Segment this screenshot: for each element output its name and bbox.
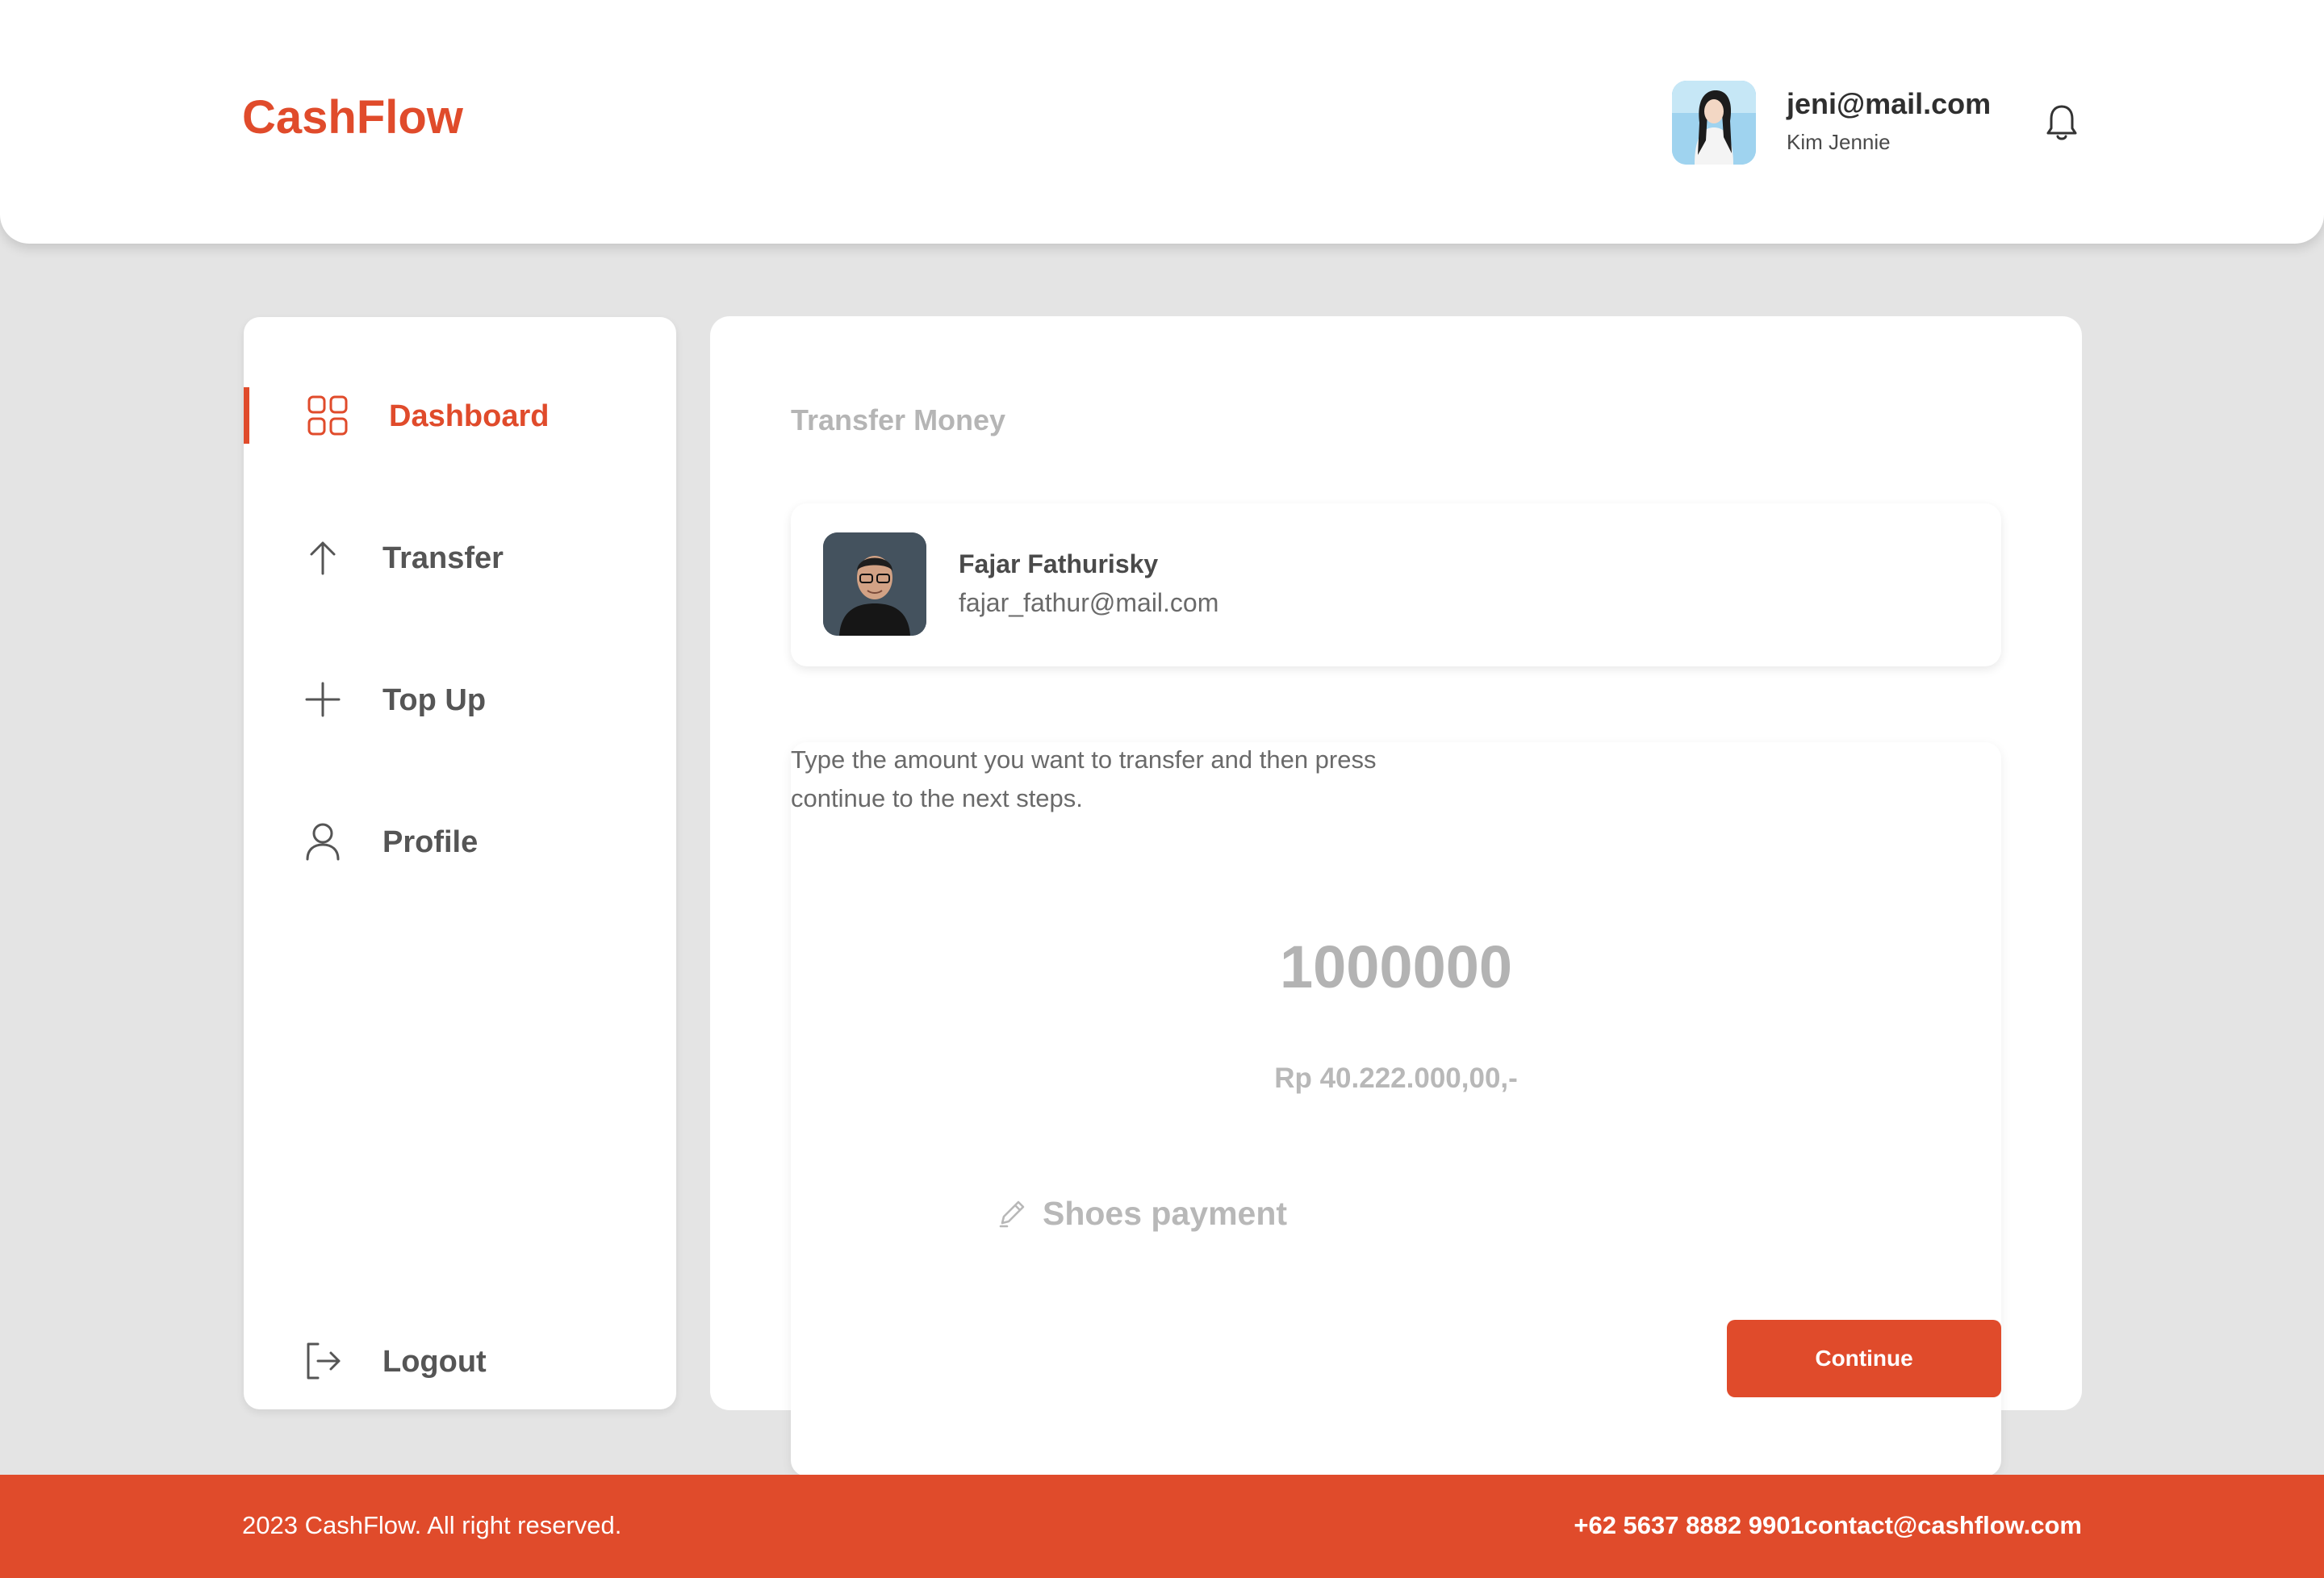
footer: 2023 CashFlow. All right reserved. +62 5… [0, 1475, 2324, 1578]
balance-text: Rp 40.222.000,00,- [1274, 1062, 1518, 1094]
notification-bell-icon[interactable] [2042, 102, 2082, 144]
sidebar-item-top-up[interactable]: Top Up [244, 667, 676, 732]
logout-button[interactable]: Logout [244, 1329, 676, 1393]
user-name: Kim Jennie [1787, 130, 1891, 154]
recipient-name: Fajar Fathurisky [959, 549, 1159, 578]
sidebar: Dashboard Transfer Top Up Profile Logout [244, 317, 676, 1409]
sidebar-item-label: Dashboard [389, 399, 550, 433]
sidebar-item-label: Transfer [382, 541, 504, 575]
sidebar-item-transfer[interactable]: Transfer [244, 525, 676, 590]
user-avatar[interactable] [1672, 81, 1756, 165]
copyright-text: 2023 CashFlow. All right reserved. [242, 1511, 622, 1539]
active-indicator [244, 387, 249, 444]
pencil-icon [996, 1196, 1030, 1229]
recipient-card: Fajar Fathurisky fajar_fathur@mail.com [791, 503, 2001, 666]
contact-info: +62 5637 8882 9901contact@cashflow.com [1574, 1511, 2082, 1539]
sidebar-item-profile[interactable]: Profile [244, 809, 676, 874]
page-title: Transfer Money [791, 403, 1006, 436]
logout-label: Logout [382, 1345, 487, 1379]
recipient-avatar [823, 532, 926, 636]
sidebar-item-label: Top Up [382, 683, 487, 717]
plus-icon [302, 678, 344, 720]
top-header: CashFlow jeni@mail.com Kim Jennie [0, 0, 2324, 244]
brand-logo[interactable]: CashFlow [242, 87, 463, 148]
instruction-text: Type the amount you want to transfer and… [791, 745, 1377, 812]
sidebar-item-dashboard[interactable]: Dashboard [244, 383, 676, 448]
grid-icon [307, 394, 349, 436]
sidebar-item-label: Profile [382, 825, 479, 859]
arrow-up-icon [302, 536, 344, 578]
user-avatar-image [1672, 81, 1756, 165]
recipient-avatar-image [823, 532, 926, 636]
recipient-email: fajar_fathur@mail.com [959, 588, 1219, 617]
amount-input[interactable]: 1000000 [791, 931, 2001, 1004]
logout-icon [302, 1340, 344, 1382]
note-input[interactable]: Shoes payment [1043, 1192, 1287, 1234]
user-icon [302, 820, 344, 862]
user-email: jeni@mail.com [1787, 87, 1992, 120]
continue-button[interactable]: Continue [1727, 1320, 2001, 1397]
